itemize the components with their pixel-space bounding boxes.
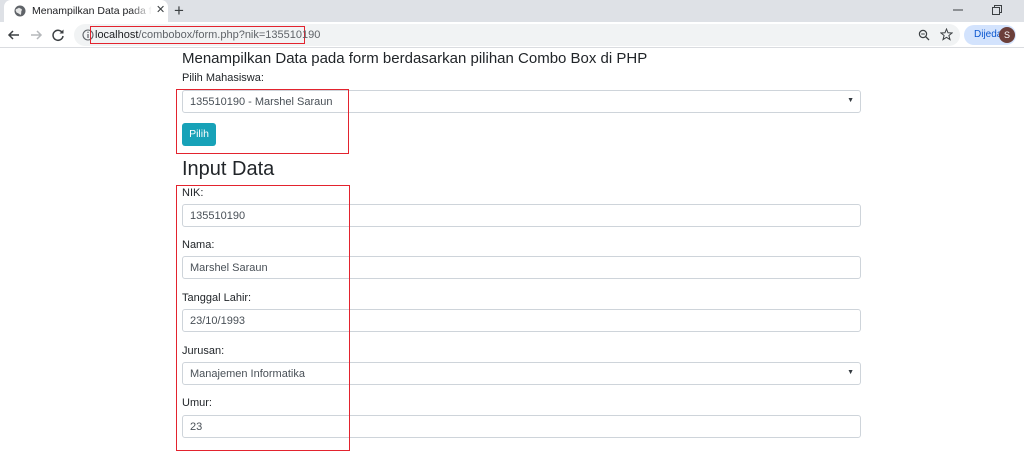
url-text[interactable]: localhost/combobox/form.php?nik=13551019… bbox=[95, 29, 320, 41]
input-data-title: Input Data bbox=[182, 158, 275, 180]
star-icon[interactable] bbox=[940, 28, 953, 41]
minimize-icon[interactable] bbox=[953, 4, 963, 16]
tab-title: Menampilkan Data pada form berdasarkan p… bbox=[32, 5, 152, 17]
reload-icon[interactable] bbox=[50, 27, 66, 43]
globe-icon bbox=[14, 5, 26, 17]
zoom-icon[interactable] bbox=[918, 29, 930, 41]
plus-icon[interactable]: + bbox=[174, 1, 184, 21]
page-content: Menampilkan Data pada form berdasarkan p… bbox=[0, 48, 1024, 463]
close-icon[interactable]: ✕ bbox=[156, 4, 165, 16]
profile-chip[interactable]: Dijeda S bbox=[964, 25, 1016, 45]
url-path: /combobox/form.php?nik=135510190 bbox=[138, 29, 321, 41]
select-highlight-box bbox=[176, 89, 349, 154]
select-label: Pilih Mahasiswa: bbox=[182, 72, 264, 84]
url-host: localhost bbox=[95, 29, 139, 41]
caret-down-icon: ▼ bbox=[847, 97, 854, 104]
browser-toolbar: localhost/combobox/form.php?nik=13551019… bbox=[0, 22, 1024, 48]
browser-tab[interactable]: Menampilkan Data pada form berdasarkan p… bbox=[4, 0, 168, 22]
avatar: S bbox=[999, 27, 1015, 43]
restore-icon[interactable] bbox=[992, 5, 1002, 15]
address-bar[interactable]: localhost/combobox/form.php?nik=13551019… bbox=[74, 24, 960, 46]
input-highlight-box bbox=[176, 185, 350, 451]
forward-arrow-icon[interactable] bbox=[28, 27, 44, 43]
tab-strip: Menampilkan Data pada form berdasarkan p… bbox=[0, 0, 1024, 22]
back-arrow-icon[interactable] bbox=[6, 27, 22, 43]
caret-down-icon: ▼ bbox=[847, 369, 854, 376]
page-title: Menampilkan Data pada form berdasarkan p… bbox=[182, 50, 648, 67]
